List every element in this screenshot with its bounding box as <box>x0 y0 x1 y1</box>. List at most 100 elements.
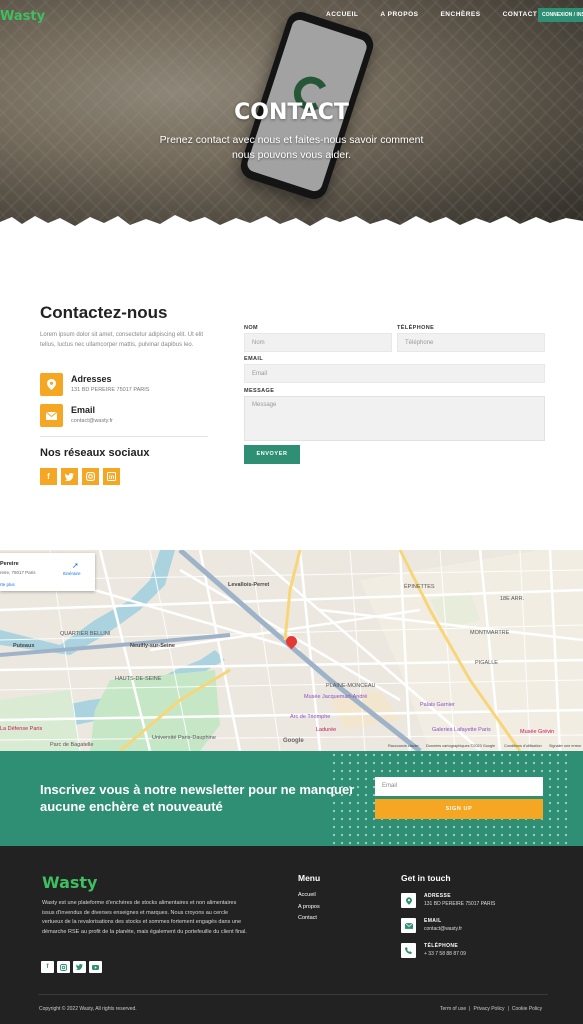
map-more-link[interactable]: rte plus <box>0 582 15 587</box>
cookie-link[interactable]: Cookie Policy <box>512 1006 542 1012</box>
map-label-defense: La Défense Paris <box>0 726 43 732</box>
facebook-icon[interactable]: f <box>41 961 54 973</box>
footer-menu-contact[interactable]: Contact <box>298 915 320 921</box>
separator: | <box>469 1006 471 1012</box>
map-label-galeries: Galeries Lafayette Paris <box>432 727 491 733</box>
map-card-title: Pereire <box>0 561 19 567</box>
directions-link[interactable]: Itinéraire <box>63 571 81 576</box>
envelope-icon <box>40 404 63 427</box>
phone-icon <box>401 943 416 958</box>
map-label-montmartre: MONTMARTRE <box>470 630 510 636</box>
footer-phone-value[interactable]: + 33 7 58 88 87 09 <box>424 951 466 957</box>
footer-address-value: 131 BD PEREIRE 75017 PARIS <box>424 901 496 907</box>
footer-phone-label: TÉLÉPHONE <box>424 943 459 949</box>
torn-edge-divider <box>0 215 583 230</box>
phone-input[interactable]: Téléphone <box>397 333 545 352</box>
map-card-address: reire, 75017 Paris <box>0 570 36 575</box>
footer-description: Wasty est une plateforme d'enchères de s… <box>42 900 247 935</box>
footer-menu: Accueil A propos Contact <box>298 892 320 927</box>
map-label-laduree: Ladurée <box>316 727 337 733</box>
privacy-link[interactable]: Privacy Policy <box>473 1006 504 1012</box>
linkedin-icon[interactable]: in <box>103 468 120 485</box>
map-label-plaine-monceau: PLAINE-MONCEAU <box>326 683 376 689</box>
google-logo: Google <box>283 738 304 744</box>
social-heading: Nos réseaux sociaux <box>40 447 150 459</box>
footer-brand-logo[interactable]: Wasty <box>42 873 97 892</box>
map-pin-icon <box>401 893 416 908</box>
footer-contact-title: Get in touch <box>401 873 451 883</box>
map-label-palais: Palais Garnier <box>420 702 455 708</box>
nav-links: ACCUEIL A PROPOS ENCHÈRES CONTACT <box>326 11 559 18</box>
map-label-jacquemart: Musée Jacquemart-André <box>304 694 368 700</box>
message-textarea[interactable]: Message <box>244 396 545 441</box>
instagram-icon[interactable] <box>82 468 99 485</box>
map-label-grevin: Musée Grévin <box>520 729 555 735</box>
footer-menu-a-propos[interactable]: A propos <box>298 904 320 910</box>
map-report[interactable]: Signaler une erreur <box>549 744 582 748</box>
map-label-neuilly: Neuilly-sur-Seine <box>130 643 175 649</box>
map-label-quartier: QUARTIER BELLINI <box>60 631 111 637</box>
message-label: MESSAGE <box>244 388 275 394</box>
phone-label: TÉLÉPHONE <box>397 325 435 331</box>
email-info: Email contact@wasty.fr <box>40 404 210 428</box>
brand-logo[interactable]: Wasty <box>0 9 45 24</box>
address-info: Adresses 131 BD PEREIRE 75017 PARIS <box>40 373 210 397</box>
terms-link[interactable]: Term of use <box>440 1006 466 1012</box>
envelope-icon <box>401 918 416 933</box>
map-info-card: Pereire reire, 75017 Paris ➚ Itinéraire … <box>0 553 95 591</box>
instagram-icon[interactable] <box>57 961 70 973</box>
directions-icon[interactable]: ➚ <box>72 561 79 570</box>
email-field-label: EMAIL <box>244 356 264 362</box>
map-label-epinettes: ÉPINETTES <box>404 584 435 590</box>
map-label-levallois: Levallois-Perret <box>228 582 270 588</box>
address-label: Adresses <box>71 374 112 384</box>
svg-text:in: in <box>109 475 115 481</box>
map-shortcuts[interactable]: Raccourcis clavier <box>388 744 419 748</box>
page-title: CONTACT <box>234 100 349 125</box>
footer-email-label: EMAIL <box>424 918 442 924</box>
map-label-pigalle: PIGALLE <box>475 660 498 666</box>
footer-address: ADRESSE 131 BD PEREIRE 75017 PARIS <box>401 893 571 913</box>
facebook-icon[interactable]: f <box>40 468 57 485</box>
youtube-icon[interactable] <box>89 961 102 973</box>
newsletter-title: Inscrivez vous à notre newsletter pour n… <box>40 782 355 814</box>
footer-divider <box>38 994 548 995</box>
footer-address-label: ADRESSE <box>424 893 451 899</box>
twitter-icon[interactable] <box>73 961 86 973</box>
social-links: f in <box>40 468 120 485</box>
contact-description: Lorem ipsum dolor sit amet, consectetur … <box>40 332 204 348</box>
map-data-credit: Données cartographiques ©2023 Google <box>426 744 496 748</box>
footer-menu-accueil[interactable]: Accueil <box>298 892 320 898</box>
map-terms[interactable]: Conditions d'utilisation <box>504 744 542 748</box>
contact-divider <box>40 436 208 437</box>
footer-phone: TÉLÉPHONE + 33 7 58 88 87 09 <box>401 943 571 963</box>
map-label-parc: Parc de Bagatelle <box>50 742 94 748</box>
map-label-hauts-de-seine: HAUTS-DE-SEINE <box>115 676 162 682</box>
hero-subtitle: Prenez contact avec nous et faites-nous … <box>159 134 424 161</box>
top-navigation: Wasty ACCUEIL A PROPOS ENCHÈRES CONTACT … <box>0 0 583 30</box>
email-value[interactable]: contact@wasty.fr <box>71 418 113 424</box>
nav-link-a-propos[interactable]: A PROPOS <box>380 11 418 18</box>
separator: | <box>507 1006 509 1012</box>
google-map[interactable]: Pereire reire, 75017 Paris ➚ Itinéraire … <box>0 550 583 751</box>
send-button[interactable]: ENVOYER <box>244 445 300 464</box>
footer-copyright: Copyright © 2022 Wasty, All rights reser… <box>39 1006 137 1012</box>
footer-legal-links: Term of use | Privacy Policy | Cookie Policy <box>440 1006 542 1012</box>
footer-menu-title: Menu <box>298 873 321 883</box>
map-label-puteaux: Puteaux <box>13 643 35 649</box>
map-label-18e: 18E ARR. <box>500 596 525 602</box>
twitter-icon[interactable] <box>61 468 78 485</box>
contact-heading: Contactez-nous <box>40 303 168 322</box>
newsletter-email-input[interactable]: Email <box>375 777 543 796</box>
map-label-universite: Université Paris-Dauphine <box>152 735 216 741</box>
nav-link-contact[interactable]: CONTACT <box>503 11 538 18</box>
name-input[interactable]: Nom <box>244 333 392 352</box>
newsletter-signup-button[interactable]: SIGN UP <box>375 799 543 819</box>
nav-link-accueil[interactable]: ACCUEIL <box>326 11 358 18</box>
nav-link-encheres[interactable]: ENCHÈRES <box>440 11 480 18</box>
map-pin-icon <box>40 373 63 396</box>
email-label: Email <box>71 405 96 415</box>
login-register-button[interactable]: CONNEXION / INSCRIPTION <box>538 8 583 22</box>
footer-email-value[interactable]: contact@wasty.fr <box>424 926 462 932</box>
email-field[interactable]: Email <box>244 364 545 383</box>
